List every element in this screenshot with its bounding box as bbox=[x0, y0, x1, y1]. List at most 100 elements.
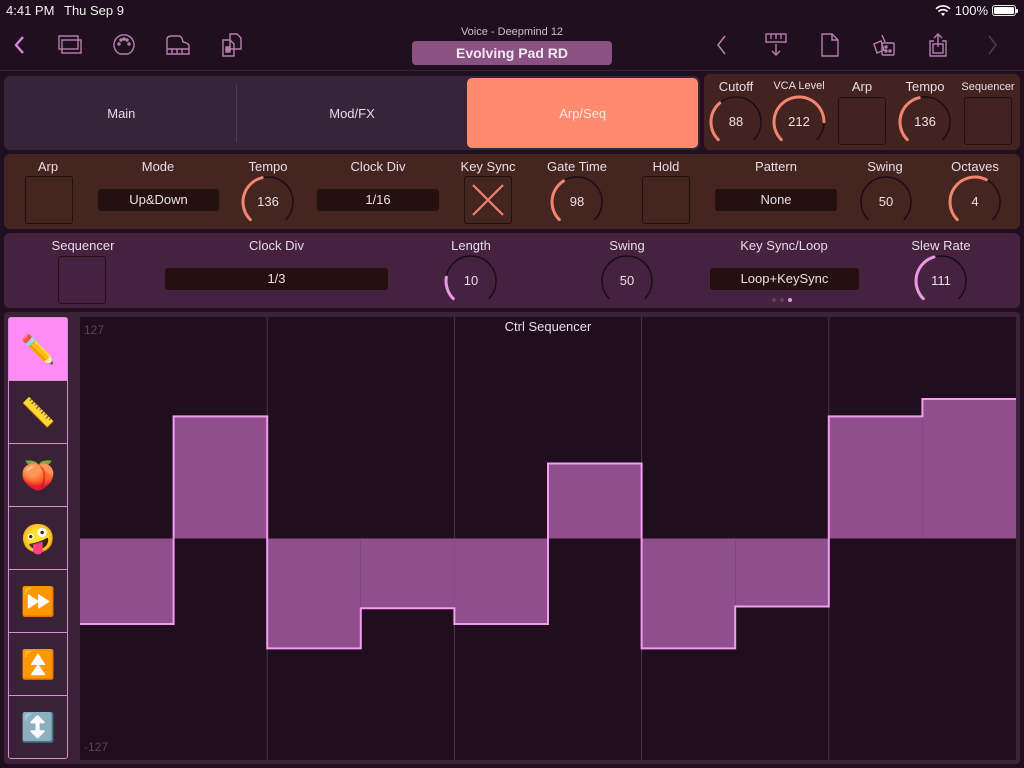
ctrl-sequencer-plot[interactable]: 127 -127 Ctrl Sequencer bbox=[80, 317, 1016, 760]
seq-clock-div-label: Clock Div bbox=[249, 238, 304, 253]
checked-x-icon bbox=[472, 184, 504, 216]
piano-icon[interactable] bbox=[164, 32, 192, 58]
up-down-tool[interactable]: ↕️ bbox=[9, 696, 67, 759]
quick-cutoff-knob[interactable]: 88 bbox=[709, 95, 763, 149]
seq-swing-value: 50 bbox=[619, 273, 635, 288]
status-time: 4:41 PM bbox=[6, 3, 55, 18]
windows-icon[interactable] bbox=[56, 32, 84, 58]
step-bar-7[interactable] bbox=[641, 538, 736, 649]
quick-tempo-value: 136 bbox=[914, 114, 936, 129]
arp-gate-time-value: 98 bbox=[569, 194, 585, 209]
arp-mode-select[interactable]: Up&Down bbox=[98, 189, 219, 211]
page-dot-3 bbox=[788, 298, 792, 302]
quick-vca-level-value: 212 bbox=[788, 114, 810, 129]
step-bar-4[interactable] bbox=[360, 538, 455, 609]
quick-vca-level-label: VCA Level bbox=[773, 80, 825, 92]
fast-up-tool[interactable]: ⏫ bbox=[9, 633, 67, 696]
seq-clock-div: Clock Div bbox=[165, 238, 388, 253]
seq-length-knob[interactable]: 10 bbox=[444, 254, 498, 308]
seq-key-sync-loop-label: Key Sync/Loop bbox=[740, 238, 828, 253]
step-bar-9[interactable] bbox=[828, 416, 923, 539]
arp-pattern: Pattern bbox=[715, 159, 837, 174]
arp-clock-div-label: Clock Div bbox=[350, 159, 406, 174]
arp-tempo-label: Tempo bbox=[248, 159, 288, 174]
zany-face-tool[interactable]: 🤪 bbox=[9, 507, 67, 570]
seq-slew-rate-knob[interactable]: 111 bbox=[914, 254, 968, 308]
seq-slew-rate-label: Slew Rate bbox=[911, 238, 971, 253]
arp-enable-toggle[interactable] bbox=[25, 176, 73, 224]
step-bar-2[interactable] bbox=[173, 416, 268, 539]
step-bar-5[interactable] bbox=[454, 538, 548, 624]
status-date: Thu Sep 9 bbox=[64, 3, 124, 18]
arp-hold: Hold bbox=[642, 159, 690, 174]
step-bar-8[interactable] bbox=[735, 538, 829, 607]
step-chart[interactable] bbox=[80, 317, 1016, 760]
step-bar-3[interactable] bbox=[267, 538, 361, 649]
quick-vca-level-knob[interactable]: 212 bbox=[772, 95, 826, 149]
share-icon[interactable] bbox=[924, 32, 952, 58]
arp-clock-div-select[interactable]: 1/16 bbox=[317, 189, 439, 211]
ruler-tool[interactable]: 📏 bbox=[9, 381, 67, 444]
step-bar-1[interactable] bbox=[80, 538, 174, 624]
tab-arp-seq-label: Arp/Seq bbox=[559, 105, 607, 121]
keyboard-download-icon[interactable] bbox=[762, 32, 790, 58]
arp-octaves-knob[interactable]: 4 bbox=[948, 175, 1002, 229]
section-tabs: Main Mod/FX Arp/Seq bbox=[4, 76, 700, 150]
arp-pattern-label: Pattern bbox=[755, 159, 797, 174]
arp-octaves-label: Octaves bbox=[951, 159, 999, 174]
arp-swing-knob[interactable]: 50 bbox=[859, 175, 913, 229]
midi-port-icon[interactable] bbox=[110, 32, 138, 58]
quick-tempo-knob[interactable]: 136 bbox=[898, 95, 952, 149]
chart-title: Ctrl Sequencer bbox=[504, 319, 592, 334]
seq-clock-div-select[interactable]: 1/3 bbox=[165, 268, 388, 290]
fast-forward-tool[interactable]: ⏩ bbox=[9, 570, 67, 633]
dice-randomize-icon[interactable] bbox=[870, 32, 898, 58]
previous-chevron-icon[interactable] bbox=[708, 32, 736, 58]
peach-tool[interactable]: 🍑 bbox=[9, 444, 67, 507]
pencil-icon: ✏️ bbox=[20, 333, 56, 365]
ruler-icon: 📏 bbox=[20, 396, 56, 428]
peach-icon: 🍑 bbox=[20, 459, 56, 491]
quick-cutoff-value: 88 bbox=[728, 114, 744, 129]
arp-key-sync-toggle[interactable] bbox=[464, 176, 512, 224]
arp-mode: Mode bbox=[98, 159, 218, 174]
patch-name-button[interactable]: Evolving Pad RD bbox=[412, 41, 612, 65]
arp-swing: Swing bbox=[858, 159, 912, 174]
quick-arp-label: Arp bbox=[851, 79, 873, 94]
arp-swing-value: 50 bbox=[878, 194, 894, 209]
zany-face-icon: 🤪 bbox=[20, 522, 56, 554]
fast-up-icon: ⏫ bbox=[20, 648, 56, 680]
tab-mod-fx[interactable]: Mod/FX bbox=[237, 78, 468, 148]
quick-arp-toggle[interactable] bbox=[838, 97, 886, 145]
page-indicator[interactable] bbox=[772, 298, 792, 302]
arp-enable-label: Arp bbox=[37, 159, 59, 174]
tab-mod-fx-label: Mod/FX bbox=[329, 105, 375, 121]
step-bar-10[interactable] bbox=[922, 398, 1016, 539]
new-document-icon[interactable] bbox=[816, 32, 844, 58]
quick-cutoff: Cutoff bbox=[708, 79, 764, 94]
wifi-icon bbox=[935, 4, 951, 16]
arp-hold-toggle[interactable] bbox=[642, 176, 690, 224]
copy-documents-icon[interactable] bbox=[218, 32, 246, 58]
tab-arp-seq[interactable]: Arp/Seq bbox=[467, 78, 699, 148]
arp-tempo-knob[interactable]: 136 bbox=[241, 175, 295, 229]
toolbar: Voice - Deepmind 12 Evolving Pad RD bbox=[0, 22, 1024, 70]
arp-swing-label: Swing bbox=[867, 159, 903, 174]
next-chevron-icon[interactable] bbox=[978, 32, 1006, 58]
tab-main-label: Main bbox=[107, 105, 136, 121]
seq-swing-knob[interactable]: 50 bbox=[600, 254, 654, 308]
pencil-tool[interactable]: ✏️ bbox=[9, 318, 67, 381]
seq-slew-rate-value: 111 bbox=[931, 273, 951, 288]
step-bar-6[interactable] bbox=[548, 463, 642, 539]
arp-gate-time-label: Gate Time bbox=[547, 159, 607, 174]
seq-swing: Swing bbox=[600, 238, 654, 253]
tab-main[interactable]: Main bbox=[6, 78, 237, 148]
arp-pattern-select[interactable]: None bbox=[715, 189, 837, 211]
battery-percent: 100% bbox=[954, 3, 988, 18]
quick-sequencer-toggle[interactable] bbox=[964, 97, 1012, 145]
seq-key-sync-loop-select[interactable]: Loop+KeySync bbox=[710, 268, 859, 290]
seq-enable-toggle[interactable] bbox=[58, 256, 106, 304]
arp-gate-time-knob[interactable]: 98 bbox=[550, 175, 604, 229]
seq-swing-label: Swing bbox=[609, 238, 645, 253]
back-chevron-icon[interactable] bbox=[6, 32, 34, 58]
